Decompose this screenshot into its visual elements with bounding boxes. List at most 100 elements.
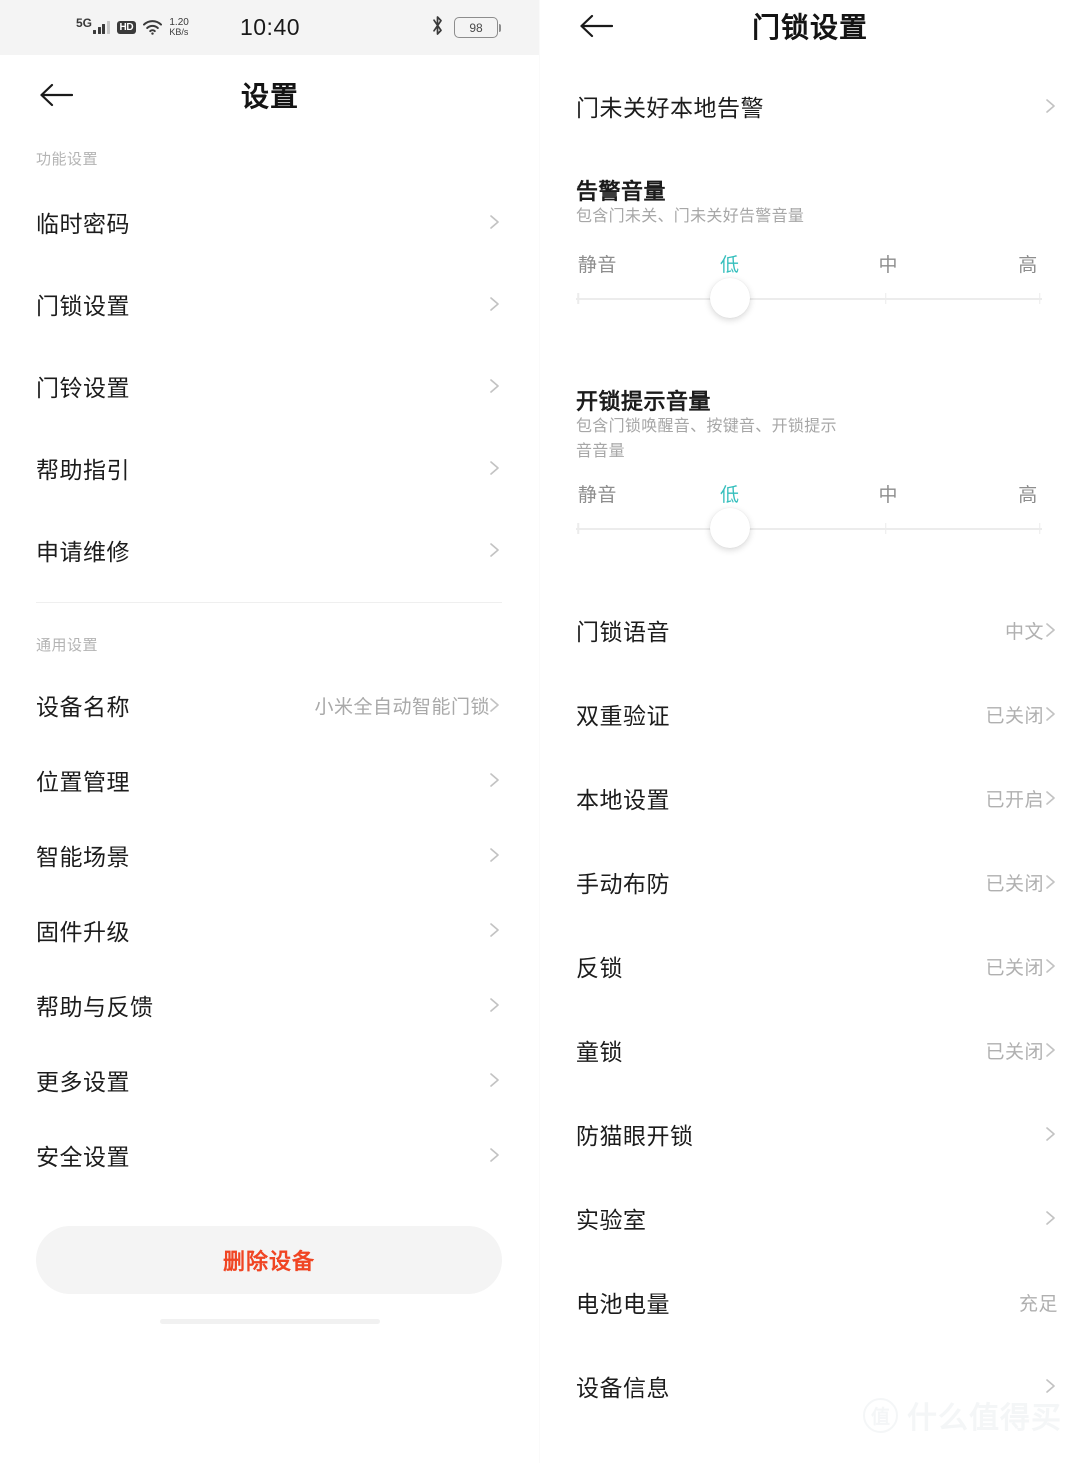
- slider-label-high[interactable]: 高: [1018, 250, 1038, 277]
- right-item-two-factor-auth[interactable]: 双重验证 已关闭: [576, 694, 1058, 734]
- list-item-label: 智能场景: [36, 844, 130, 870]
- left-item-doorbell-settings[interactable]: 门铃设置: [36, 366, 502, 406]
- chevron-right-icon: [1043, 707, 1058, 722]
- chevron-right-icon: [1043, 959, 1058, 974]
- chevron-right-icon: [1043, 1043, 1058, 1058]
- left-item-temp-password[interactable]: 临时密码: [36, 202, 502, 242]
- left-item-help-feedback[interactable]: 帮助与反馈: [36, 985, 502, 1025]
- chevron-right-icon: [487, 379, 502, 394]
- list-item-label: 帮助指引: [36, 457, 130, 483]
- list-item-label: 门锁设置: [36, 293, 130, 319]
- right-item-deadbolt[interactable]: 反锁 已关闭: [576, 946, 1058, 986]
- left-item-security-settings[interactable]: 安全设置: [36, 1135, 502, 1175]
- status-bar: 5G HD 1.20 KB/s 10:40 98: [0, 0, 540, 55]
- chevron-right-icon: [487, 1073, 502, 1088]
- alarm-volume-title: 告警音量: [576, 179, 667, 204]
- list-item-label: 童锁: [576, 1039, 623, 1065]
- list-item-label: 更多设置: [36, 1069, 130, 1095]
- chevron-right-icon: [487, 297, 502, 312]
- delete-device-button[interactable]: 删除设备: [36, 1226, 502, 1294]
- left-item-more-settings[interactable]: 更多设置: [36, 1060, 502, 1100]
- list-item-label: 手动布防: [576, 871, 670, 897]
- right-item-laboratory[interactable]: 实验室: [576, 1198, 1058, 1238]
- slider-tick-0: [577, 523, 580, 534]
- left-item-request-repair[interactable]: 申请维修: [36, 530, 502, 570]
- slider-tick-2: [885, 293, 887, 304]
- left-item-help-guide[interactable]: 帮助指引: [36, 448, 502, 488]
- unlock-volume-slider[interactable]: 静音 低 中 高: [576, 480, 1042, 560]
- status-bar-right-group: 98: [430, 0, 501, 55]
- section-divider: [36, 602, 502, 603]
- watermark-text: 什么值得买: [907, 1402, 1062, 1435]
- chevron-right-icon: [487, 923, 502, 938]
- slider-tick-2: [885, 523, 887, 534]
- slider-tick-labels: 静音 低 中 高: [576, 480, 1042, 510]
- slider-label-mute[interactable]: 静音: [578, 250, 617, 277]
- list-item-label: 申请维修: [36, 539, 130, 565]
- left-item-firmware-upgrade[interactable]: 固件升级: [36, 910, 502, 950]
- slider-label-medium[interactable]: 中: [878, 480, 898, 507]
- right-item-child-lock[interactable]: 童锁 已关闭: [576, 1030, 1058, 1070]
- left-item-smart-scene[interactable]: 智能场景: [36, 835, 502, 875]
- slider-label-medium[interactable]: 中: [878, 250, 898, 277]
- list-item-label: 电池电量: [576, 1291, 670, 1317]
- list-item-label: 固件升级: [36, 919, 130, 945]
- chevron-right-icon: [487, 215, 502, 230]
- left-phone-panel: 5G HD 1.20 KB/s 10:40 98 设置 功能设置 临时密码 门锁…: [0, 0, 540, 1463]
- right-navbar: 门锁设置: [540, 0, 1080, 52]
- left-navbar: 设置: [0, 55, 540, 135]
- list-item-value: 充足: [1018, 1293, 1058, 1315]
- slider-tick-3: [1038, 523, 1041, 534]
- home-indicator[interactable]: [160, 1319, 380, 1324]
- watermark-logo-icon: 值: [863, 1397, 898, 1433]
- right-item-anti-peephole-unlock[interactable]: 防猫眼开锁: [576, 1114, 1058, 1154]
- chevron-right-icon: [487, 698, 502, 713]
- chevron-right-icon: [1043, 791, 1058, 806]
- list-item-label: 设备信息: [576, 1375, 670, 1401]
- slider-track[interactable]: [576, 508, 1042, 548]
- unlock-volume-title: 开锁提示音量: [576, 389, 712, 414]
- right-item-lock-voice[interactable]: 门锁语音 中文: [576, 610, 1058, 650]
- chevron-right-icon: [1043, 99, 1058, 114]
- slider-tick-labels: 静音 低 中 高: [576, 250, 1042, 280]
- list-item-label: 设备名称: [36, 694, 130, 720]
- chevron-right-icon: [1043, 623, 1058, 638]
- list-item-label: 门锁语音: [576, 619, 670, 645]
- chevron-right-icon: [1043, 875, 1058, 890]
- battery-level-label: 98: [469, 20, 483, 35]
- lock-settings-title: 门锁设置: [751, 12, 868, 43]
- slider-track[interactable]: [576, 278, 1042, 318]
- slider-tick-0: [577, 293, 580, 304]
- left-item-location-management[interactable]: 位置管理: [36, 760, 502, 800]
- page-title: 设置: [240, 81, 299, 112]
- alarm-volume-slider[interactable]: 静音 低 中 高: [576, 250, 1042, 330]
- list-item-label: 位置管理: [36, 769, 130, 795]
- section-label-function: 功能设置: [36, 151, 99, 168]
- slider-label-high[interactable]: 高: [1018, 480, 1038, 507]
- chevron-right-icon: [487, 1148, 502, 1163]
- section-label-general: 通用设置: [36, 637, 99, 654]
- right-item-local-settings[interactable]: 本地设置 已开启: [576, 778, 1058, 818]
- slider-thumb[interactable]: [709, 278, 750, 318]
- right-item-manual-arming[interactable]: 手动布防 已关闭: [576, 862, 1058, 902]
- right-phone-panel: 门锁设置 门未关好本地告警 告警音量 包含门未关、门未关好告警音量 静音 低 中…: [540, 0, 1080, 1463]
- slider-label-low[interactable]: 低: [720, 250, 740, 277]
- chevron-right-icon: [1043, 1379, 1058, 1394]
- slider-thumb[interactable]: [709, 508, 750, 548]
- chevron-right-icon: [1043, 1211, 1058, 1226]
- chevron-right-icon: [1043, 1127, 1058, 1142]
- slider-label-mute[interactable]: 静音: [578, 480, 617, 507]
- right-item-door-ajar-alarm[interactable]: 门未关好本地告警: [576, 86, 1058, 126]
- list-item-label: 本地设置: [576, 787, 670, 813]
- chevron-right-icon: [487, 773, 502, 788]
- battery-icon: 98: [454, 17, 501, 38]
- right-item-battery-level: 电池电量 充足: [576, 1282, 1058, 1322]
- list-item-label: 反锁: [576, 955, 623, 981]
- bluetooth-icon: [430, 15, 445, 41]
- alarm-volume-subtitle: 包含门未关、门未关好告警音量: [576, 208, 805, 225]
- left-item-lock-settings[interactable]: 门锁设置: [36, 284, 502, 324]
- chevron-right-icon: [487, 461, 502, 476]
- list-item-label: 临时密码: [36, 211, 130, 237]
- left-item-device-name[interactable]: 设备名称 小米全自动智能门锁: [36, 685, 502, 725]
- slider-label-low[interactable]: 低: [720, 480, 740, 507]
